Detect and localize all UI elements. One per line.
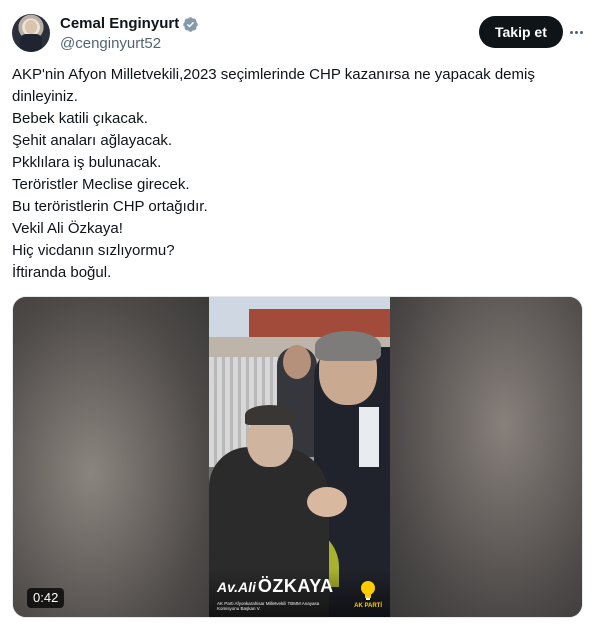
avatar-body <box>20 34 42 52</box>
scene-bystander-head <box>283 345 311 379</box>
lightbulb-logo-icon <box>361 581 375 600</box>
tweet-line: İftiranda boğul. <box>12 264 112 281</box>
verified-badge-icon <box>183 16 198 32</box>
tweet-line: Teröristler Meclise girecek. <box>12 176 190 193</box>
tweet-line: Bu teröristlerin CHP ortağıdır. <box>12 198 208 215</box>
scene-man-hair <box>315 331 381 361</box>
dot <box>579 30 583 34</box>
scene-roof <box>249 309 390 337</box>
lower-third-prefix: Av.Ali <box>217 579 256 595</box>
party-label: AK PARTİ <box>354 603 382 609</box>
video-player[interactable]: Av.Ali ÖZKAYA AK Parti Afyonkarahisar Mi… <box>12 296 583 618</box>
name-row: Cemal Enginyurt <box>60 14 199 34</box>
author-display-name[interactable]: Cemal Enginyurt <box>60 14 179 34</box>
tweet-line: Vekil Ali Özkaya! <box>12 220 123 237</box>
profile-avatar[interactable] <box>12 14 50 52</box>
video-duration-badge: 0:42 <box>27 588 65 608</box>
author-block: Cemal Enginyurt @cenginyurt52 <box>60 14 199 54</box>
video-blur-left <box>13 297 209 617</box>
video-frame: Av.Ali ÖZKAYA AK Parti Afyonkarahisar Mi… <box>209 297 390 617</box>
tweet-line: Pkklılara iş bulunacak. <box>12 154 162 171</box>
lower-third-title: Av.Ali ÖZKAYA <box>217 576 334 597</box>
tweet-line: Hiç vicdanın sızlıyormu? <box>12 242 175 259</box>
tweet-text: AKP'nin Afyon Milletvekili,2023 seçimler… <box>12 64 582 284</box>
author-handle[interactable]: @cenginyurt52 <box>60 34 199 54</box>
lower-third-name: ÖZKAYA <box>257 576 334 596</box>
dot <box>569 30 573 34</box>
scene-handshake <box>307 487 347 517</box>
video-blur-right <box>388 297 582 617</box>
lower-third-subtitle: AK Parti Afyonkarahisar Milletvekili TBM… <box>217 601 320 611</box>
scene-shirt <box>359 407 379 467</box>
tweet-line: dinleyiniz. <box>12 88 78 105</box>
follow-button[interactable]: Takip et <box>479 16 563 48</box>
avatar-face <box>25 20 37 34</box>
tweet-line: AKP'nin Afyon Milletvekili,2023 seçimler… <box>12 66 535 83</box>
tweet-header: Cemal Enginyurt @cenginyurt52 Takip et <box>12 12 584 56</box>
scene-elder-cap <box>245 405 295 425</box>
tweet-line: Bebek katili çıkacak. <box>12 110 148 127</box>
tweet-line: Şehit anaları ağlayacak. <box>12 132 173 149</box>
more-options-icon[interactable] <box>564 18 588 46</box>
dot <box>574 30 578 34</box>
